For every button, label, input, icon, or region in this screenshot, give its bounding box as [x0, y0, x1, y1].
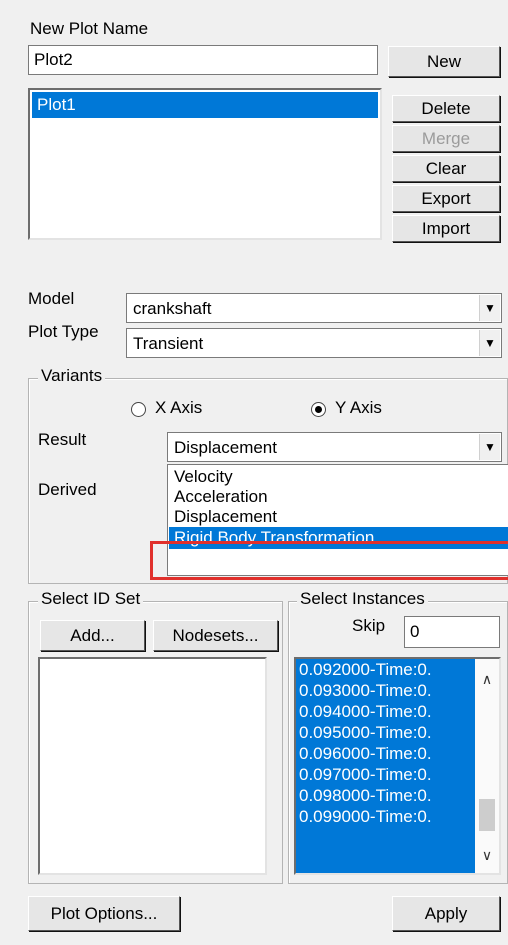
instance-item[interactable]: 0.095000-Time:0. [296, 722, 475, 743]
apply-button[interactable]: Apply [392, 896, 500, 931]
variants-legend: Variants [38, 366, 106, 386]
select-id-set-legend: Select ID Set [38, 589, 144, 609]
instances-list[interactable]: 0.092000-Time:0. 0.093000-Time:0. 0.0940… [294, 657, 501, 875]
result-label: Result [38, 430, 87, 449]
new-plot-name-label: New Plot Name [30, 19, 149, 38]
derived-option-displacement[interactable]: Displacement [174, 507, 277, 527]
plot-type-label: Plot Type [28, 322, 99, 341]
result-value: Displacement [174, 438, 277, 457]
model-label: Model [28, 289, 75, 308]
x-axis-radio[interactable] [131, 402, 146, 417]
add-button[interactable]: Add... [40, 620, 145, 651]
instance-item[interactable]: 0.099000-Time:0. [296, 806, 475, 827]
chevron-down-icon[interactable]: ▼ [479, 434, 500, 460]
skip-input[interactable]: 0 [404, 616, 500, 648]
chevron-down-icon[interactable]: ▼ [479, 330, 500, 356]
instances-scrollbar[interactable]: ∧ ∨ [475, 659, 499, 873]
derived-label: Derived [38, 480, 97, 499]
y-axis-label[interactable]: Y Axis [335, 398, 382, 418]
select-instances-legend: Select Instances [297, 589, 428, 609]
plots-list[interactable]: Plot1 [28, 88, 382, 240]
instances-selection: 0.092000-Time:0. 0.093000-Time:0. 0.0940… [296, 659, 475, 873]
export-button[interactable]: Export [392, 185, 500, 212]
chevron-up-icon[interactable]: ∧ [475, 669, 499, 689]
plot-type-value: Transient [133, 334, 204, 353]
instance-item[interactable]: 0.092000-Time:0. [296, 659, 475, 680]
highlight-box [150, 541, 508, 580]
plot-options-button[interactable]: Plot Options... [28, 896, 180, 931]
new-button[interactable]: New [388, 46, 500, 77]
plot-list-item[interactable]: Plot1 [32, 92, 378, 118]
derived-option-acceleration[interactable]: Acceleration [174, 487, 268, 507]
instance-item[interactable]: 0.098000-Time:0. [296, 785, 475, 806]
chevron-down-icon[interactable]: ∨ [475, 845, 499, 865]
result-select[interactable]: Displacement ▼ [167, 432, 502, 462]
merge-button[interactable]: Merge [392, 125, 500, 152]
id-set-list[interactable] [38, 657, 267, 875]
model-value: crankshaft [133, 299, 212, 318]
chevron-down-icon[interactable]: ▼ [479, 295, 500, 321]
instance-item[interactable]: 0.093000-Time:0. [296, 680, 475, 701]
y-axis-radio[interactable] [311, 402, 326, 417]
import-button[interactable]: Import [392, 215, 500, 242]
scrollbar-thumb[interactable] [479, 799, 495, 831]
model-select[interactable]: crankshaft ▼ [126, 293, 502, 323]
instance-item[interactable]: 0.096000-Time:0. [296, 743, 475, 764]
x-axis-label[interactable]: X Axis [155, 398, 202, 418]
instance-item[interactable]: 0.097000-Time:0. [296, 764, 475, 785]
instance-item[interactable]: 0.094000-Time:0. [296, 701, 475, 722]
clear-button[interactable]: Clear [392, 155, 500, 182]
plot-type-select[interactable]: Transient ▼ [126, 328, 502, 358]
delete-button[interactable]: Delete [392, 95, 500, 122]
nodesets-button[interactable]: Nodesets... [153, 620, 278, 651]
new-plot-name-input[interactable]: Plot2 [28, 45, 378, 75]
derived-option-velocity[interactable]: Velocity [174, 467, 233, 487]
skip-label: Skip [352, 616, 386, 635]
